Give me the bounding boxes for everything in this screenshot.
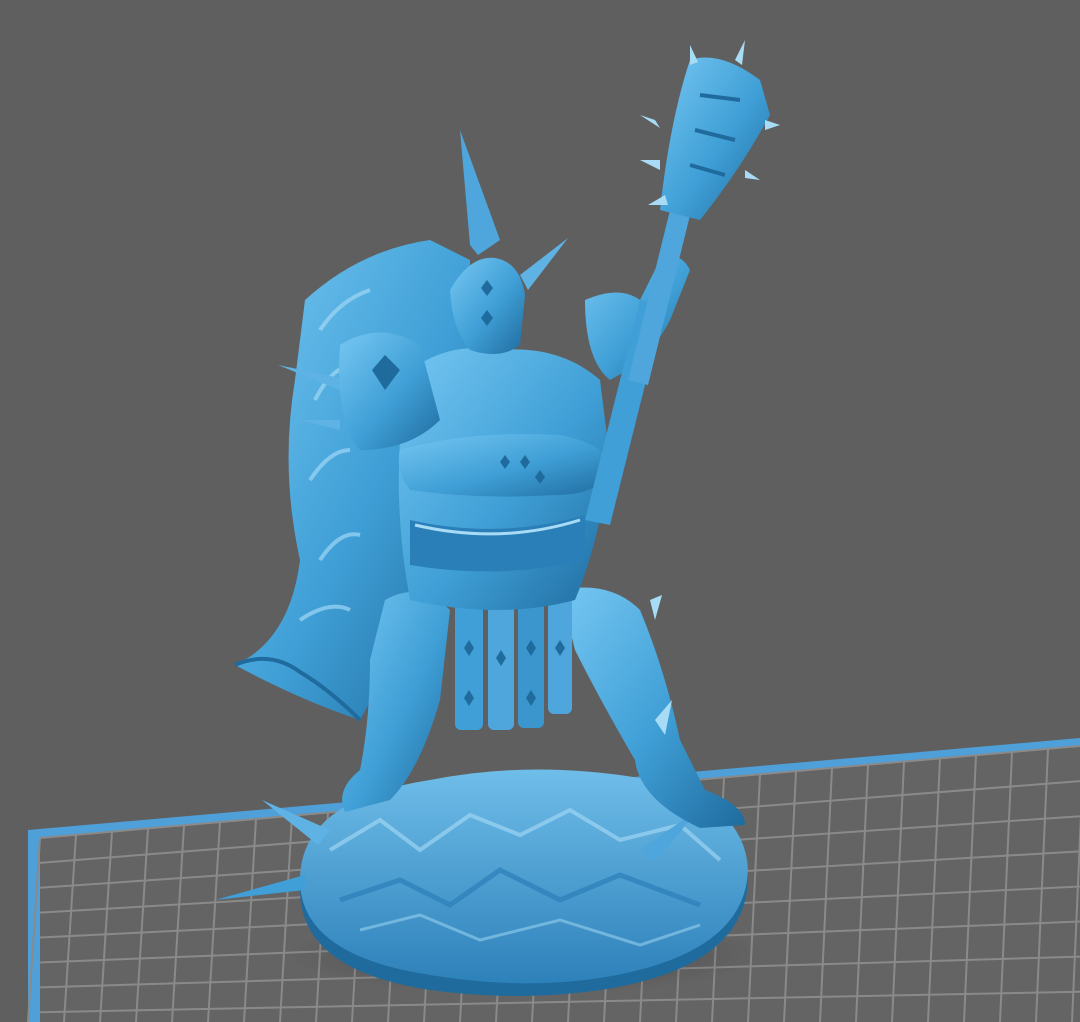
viewport-scene[interactable] <box>0 0 1080 1022</box>
model-loincloth <box>455 596 572 730</box>
3d-viewport[interactable] <box>0 0 1080 1022</box>
model-arm <box>398 434 610 497</box>
model-helmet <box>450 130 568 354</box>
